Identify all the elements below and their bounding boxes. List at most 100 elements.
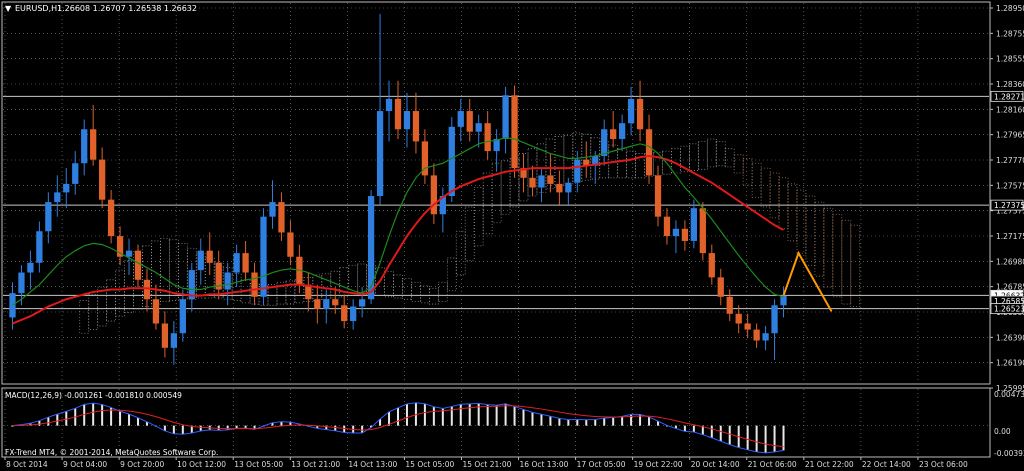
chart-symbol: EURUSD,H1 [15,4,62,13]
price-label: 1.27965 [996,131,1024,140]
macd-bar [549,416,552,426]
time-label: 15 Oct 21:00 [462,460,511,469]
chart-canvas[interactable]: ▼ EURUSD,H1 1.26608 1.26707 1.26538 1.26… [0,0,1024,471]
time-label: 21 Oct 22:00 [805,460,854,469]
price-label: 1.28950 [996,4,1024,13]
macd-bar [432,406,435,426]
candle-body [287,232,294,257]
time-label: 9 Oct 20:00 [120,460,164,469]
chart-ohlc: 1.26608 1.26707 1.26538 1.26632 [57,4,197,13]
candle-body [278,202,285,233]
level-1-26523-text: 1.26523 [994,305,1024,314]
price-label: 1.27575 [996,181,1024,190]
price-label: 1.26190 [996,359,1024,368]
macd-bar [594,419,597,426]
macd-bar [648,416,651,426]
candle-body [717,277,724,297]
candle-body [699,208,706,254]
candle-body [394,98,402,130]
macd-bar [504,403,507,426]
time-label: 21 Oct 06:00 [748,460,797,469]
macd-bar [773,425,776,452]
candle-body [197,250,204,271]
candle-body [412,111,420,142]
macd-bar [719,425,722,442]
macd-bar [612,417,615,426]
time-label: 13 Oct 21:00 [291,460,340,469]
macd-bar [468,403,471,426]
macd-bar [531,412,534,426]
macd-bar [576,419,579,426]
candle-body [45,202,52,232]
candle-body [636,98,644,130]
macd-label: MACD(12,26,9) -0.001261 -0.001810 0.0005… [5,391,182,400]
candle-body [90,129,97,160]
macd-bar [172,425,175,434]
candle-body [726,296,733,314]
candle-body [627,98,635,124]
candle-body [233,253,240,273]
candle-body [663,216,671,237]
macd-bar [746,425,749,450]
candle-body [762,333,769,341]
candle-body [63,183,70,193]
time-label: 19 Oct 22:00 [634,460,683,469]
candle-body [645,129,653,176]
candle-body [27,262,34,273]
macd-bar [405,403,408,426]
candle-body [385,98,393,112]
candle-body [654,175,662,217]
macd-bar [92,403,95,426]
macd-axis-zero: 0.00 [994,427,1011,436]
macd-bar [119,411,122,426]
candle-body [72,163,79,184]
time-label: 14 Oct 13:00 [348,460,397,469]
candle-body [314,299,321,309]
macd-bar [683,425,686,432]
time-label: 9 Oct 04:00 [63,460,107,469]
macd-bar [710,425,713,438]
candle-body [152,299,160,324]
candle-body [610,129,617,139]
candle-body [547,175,554,184]
footer-copyright: FX-Trend MT4, © 2001-2014, MetaQuotes So… [5,448,218,457]
macd-axis-top: 0.00473 [994,390,1024,399]
candle-body [242,253,249,273]
macd-bar [585,419,588,426]
candle-body [350,306,357,322]
macd-bar [459,404,462,426]
macd-bar [361,425,364,433]
price-label: 1.27175 [996,232,1024,241]
macd-bar [101,404,104,426]
candle-body [260,216,267,297]
candle-body [376,111,384,197]
macd-bar [495,405,498,426]
macd-bar [226,425,229,430]
candle-body [771,305,778,334]
candle-body [556,183,563,193]
macd-bar [621,416,624,426]
time-label: 15 Oct 05:00 [405,460,454,469]
candle-body [125,250,133,257]
macd-bar [137,417,139,426]
candle-body [323,299,330,309]
macd-bar [728,425,731,445]
candle-body [619,123,626,139]
macd-bar [513,406,516,426]
candle-body [601,129,608,156]
candle-body [529,177,536,188]
macd-bar [199,425,202,431]
macd-bar [181,425,184,435]
time-label: 20 Oct 14:00 [691,460,740,469]
candle-body [430,175,437,215]
macd-bar [764,425,767,453]
candle-body [251,272,258,297]
macd-bar [56,414,59,426]
macd-bar [343,425,346,433]
price-label: 1.28755 [996,29,1024,38]
candle-body [565,182,572,193]
candle-body [179,299,186,334]
candle-body [780,295,787,306]
candle-body [708,253,715,278]
time-label: 8 Oct 2014 [6,460,48,469]
